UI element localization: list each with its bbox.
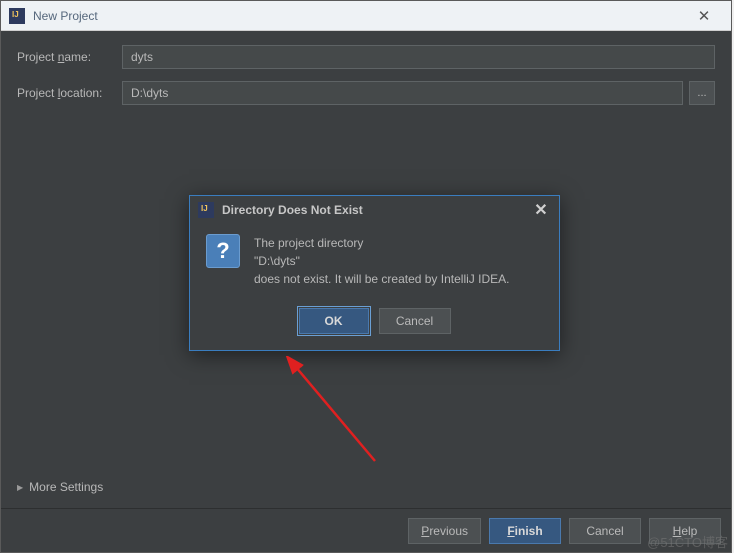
titlebar: New Project ✕ <box>1 1 731 31</box>
previous-button[interactable]: Previous <box>408 518 481 544</box>
ok-button[interactable]: OK <box>299 308 369 334</box>
dialog-title: Directory Does Not Exist <box>222 203 363 217</box>
cancel-button[interactable]: Cancel <box>569 518 641 544</box>
dialog-cancel-button[interactable]: Cancel <box>379 308 451 334</box>
project-name-row: Project name: <box>17 45 715 69</box>
question-icon: ? <box>206 234 240 268</box>
intellij-icon <box>9 8 25 24</box>
intellij-icon <box>198 202 214 218</box>
window-close-button[interactable]: ✕ <box>681 2 727 30</box>
footer: Previous Finish Cancel Help <box>1 508 731 552</box>
more-settings-label: More Settings <box>29 480 103 494</box>
browse-button[interactable]: ... <box>689 81 715 105</box>
more-settings-toggle[interactable]: ▶ More Settings <box>17 480 103 494</box>
chevron-right-icon: ▶ <box>17 483 23 492</box>
window-title: New Project <box>33 9 681 23</box>
dialog-close-button[interactable]: ✕ <box>529 198 553 222</box>
dialog-footer: OK Cancel <box>190 300 559 350</box>
project-name-input[interactable] <box>122 45 715 69</box>
dialog-message: The project directory "D:\dyts" does not… <box>254 234 509 288</box>
help-button[interactable]: Help <box>649 518 721 544</box>
finish-button[interactable]: Finish <box>489 518 561 544</box>
project-location-input[interactable] <box>122 81 683 105</box>
project-location-label: Project location: <box>17 86 122 100</box>
directory-not-exist-dialog: Directory Does Not Exist ✕ ? The project… <box>189 195 560 351</box>
dialog-titlebar: Directory Does Not Exist ✕ <box>190 196 559 224</box>
project-location-row: Project location: ... <box>17 81 715 105</box>
project-name-label: Project name: <box>17 50 122 64</box>
dialog-body: ? The project directory "D:\dyts" does n… <box>190 224 559 300</box>
